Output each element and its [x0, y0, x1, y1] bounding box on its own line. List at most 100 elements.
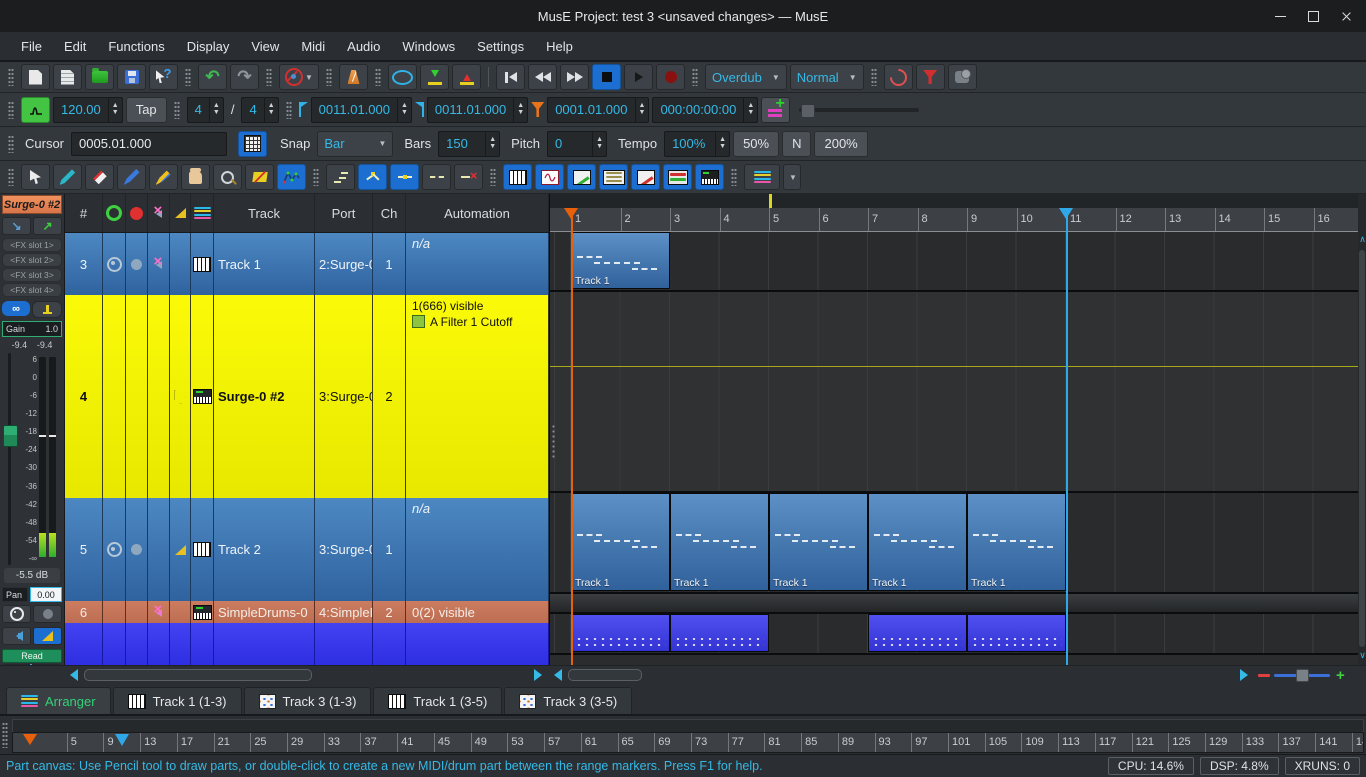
spin-arrows-icon[interactable]: ▲▼ [592, 132, 606, 156]
checkbox-icon[interactable] [412, 315, 425, 328]
overview-bar-89[interactable]: 89 [838, 733, 854, 752]
overview-bar-105[interactable]: 105 [985, 733, 1007, 752]
ruler-bar-8[interactable]: 8 [918, 208, 928, 231]
menu-settings[interactable]: Settings [466, 35, 535, 58]
strip-mute-button[interactable] [2, 627, 31, 645]
track-port[interactable]: 2:Surge-0 [315, 233, 373, 295]
part[interactable]: Track 1 [571, 493, 670, 591]
canvas-scroll-thumb[interactable] [568, 669, 642, 681]
zoom-slider-knob[interactable] [1296, 669, 1309, 682]
canvas-track-lane-2[interactable] [550, 292, 1358, 493]
tracklist-scroll-left-icon[interactable] [70, 669, 78, 681]
strip-record-button[interactable] [2, 605, 31, 623]
spin-arrows-icon[interactable]: ▲▼ [715, 132, 729, 156]
overview-handle[interactable] [2, 722, 8, 748]
bars-spinbox[interactable]: 150▲▼ [438, 131, 500, 157]
right-marker-spinbox[interactable]: 0011.01.000▲▼ [427, 97, 528, 123]
toolbar-handle[interactable] [8, 168, 14, 186]
toolbar-handle[interactable] [490, 168, 496, 186]
zoom-out-icon[interactable] [1258, 674, 1270, 677]
fx-slot-2[interactable]: <FX slot 2> [2, 253, 62, 267]
track-row-track2[interactable]: 5 Track 2 3:Surge-0 1 n/a [65, 498, 549, 601]
ruler-bar-6[interactable]: 6 [819, 208, 829, 231]
tracklist-scroll-right-icon[interactable] [534, 669, 542, 681]
tab-track-1-3-5[interactable]: Track 1 (3-5) [373, 687, 502, 714]
automation-erase-button[interactable] [454, 164, 483, 190]
tap-tempo-button[interactable]: Tap [126, 97, 167, 123]
col-port-header[interactable]: Port [315, 194, 373, 232]
type-cell[interactable] [191, 498, 214, 601]
overview-bar-113[interactable]: 113 [1058, 733, 1080, 752]
toolbar-handle[interactable] [8, 135, 14, 153]
menu-midi[interactable]: Midi [290, 35, 336, 58]
automation-line[interactable] [550, 366, 1358, 367]
wave-editor-button[interactable] [631, 164, 660, 190]
track-row-simpledrums[interactable]: 6 SimpleDrums-0 4:SimpleD 2 0(2) visible [65, 601, 549, 623]
tempo-normal-button[interactable]: N [782, 131, 811, 157]
track-display-button[interactable] [744, 164, 780, 190]
overview-bar-129[interactable]: 129 [1205, 733, 1227, 752]
list-editor-button[interactable] [599, 164, 628, 190]
menu-windows[interactable]: Windows [391, 35, 466, 58]
col-mute-header[interactable] [126, 194, 148, 232]
overview-bar-145[interactable]: 145 [1352, 733, 1364, 752]
automation-linear-button[interactable] [358, 164, 387, 190]
mute-cell[interactable] [126, 601, 148, 623]
track-row-surge[interactable]: 4 Surge-0 #2 3:Surge-0 2 1(666) visible … [65, 295, 549, 498]
track-name[interactable]: Track 2 [214, 498, 315, 601]
overview-timeline[interactable]: 5913172125293337414549535761656973778185… [0, 716, 1366, 754]
toolbar-handle[interactable] [266, 68, 272, 86]
overview-playhead-icon[interactable] [23, 734, 37, 745]
automation-controller[interactable]: A Filter 1 Cutoff [412, 314, 512, 330]
metronome-button[interactable] [339, 64, 368, 90]
gain-control[interactable]: Gain 1.0 [2, 321, 62, 337]
sync-button[interactable] [884, 64, 913, 90]
monitor-cell[interactable] [170, 498, 191, 601]
open-button[interactable] [85, 64, 114, 90]
record-arm-cell[interactable] [103, 498, 126, 601]
pitch-spinbox[interactable]: 0▲▼ [547, 131, 607, 157]
range-marker-icon[interactable] [1059, 208, 1073, 219]
part[interactable] [967, 614, 1066, 652]
splitter-handle[interactable] [551, 424, 556, 458]
ruler-bar-2[interactable]: 2 [621, 208, 631, 231]
track-port[interactable]: 3:Surge-0 [315, 498, 373, 601]
whats-this-button[interactable] [149, 64, 178, 90]
off-cell[interactable] [148, 623, 170, 666]
tab-arranger[interactable]: Arranger [6, 687, 111, 714]
col-ch-header[interactable]: Ch [373, 194, 406, 232]
record-disable-button[interactable]: ▼ [279, 64, 319, 90]
marker-line[interactable] [1066, 208, 1068, 665]
pianoroll-button[interactable] [503, 164, 532, 190]
overview-ruler[interactable]: 5913172125293337414549535761656973778185… [12, 732, 1364, 753]
ruler-bar-5[interactable]: 5 [769, 208, 779, 231]
rewind-button[interactable] [528, 64, 557, 90]
overview-bar-53[interactable]: 53 [507, 733, 523, 752]
cycle-mode-combo[interactable]: Normal▼ [790, 64, 864, 90]
overview-bar-73[interactable]: 73 [691, 733, 707, 752]
tab-track-3-1-3[interactable]: Track 3 (1-3) [244, 687, 372, 714]
globaltempo-spinbox[interactable]: 100%▲▼ [664, 131, 730, 157]
overview-bar-57[interactable]: 57 [544, 733, 560, 752]
timeline-ruler[interactable]: 12345678910111213141516 [550, 208, 1358, 232]
record-mode-combo[interactable]: Overdub▼ [705, 64, 787, 90]
ruler-bar-14[interactable]: 14 [1215, 208, 1231, 231]
tempo-50-button[interactable]: 50% [733, 131, 779, 157]
off-cell[interactable] [148, 601, 170, 623]
zoom-in-icon[interactable]: + [1336, 670, 1345, 681]
volume-fader[interactable] [2, 353, 17, 565]
stop-button[interactable] [592, 64, 621, 90]
ruler-bar-16[interactable]: 16 [1314, 208, 1330, 231]
undo-button[interactable]: ↶ [198, 64, 227, 90]
overview-bar-117[interactable]: 117 [1095, 733, 1117, 752]
monitor-cell[interactable] [170, 601, 191, 623]
left-marker-spinbox[interactable]: 0011.01.000▲▼ [311, 97, 412, 123]
overview-bar-69[interactable]: 69 [654, 733, 670, 752]
track-automation[interactable] [406, 623, 549, 666]
col-record-header[interactable] [103, 194, 126, 232]
ruler-bar-13[interactable]: 13 [1165, 208, 1181, 231]
part[interactable]: Track 1 [670, 493, 769, 591]
col-off-header[interactable] [148, 194, 170, 232]
tempo-enable-button[interactable] [21, 97, 50, 123]
canvas-track-lane-4[interactable] [550, 594, 1358, 614]
